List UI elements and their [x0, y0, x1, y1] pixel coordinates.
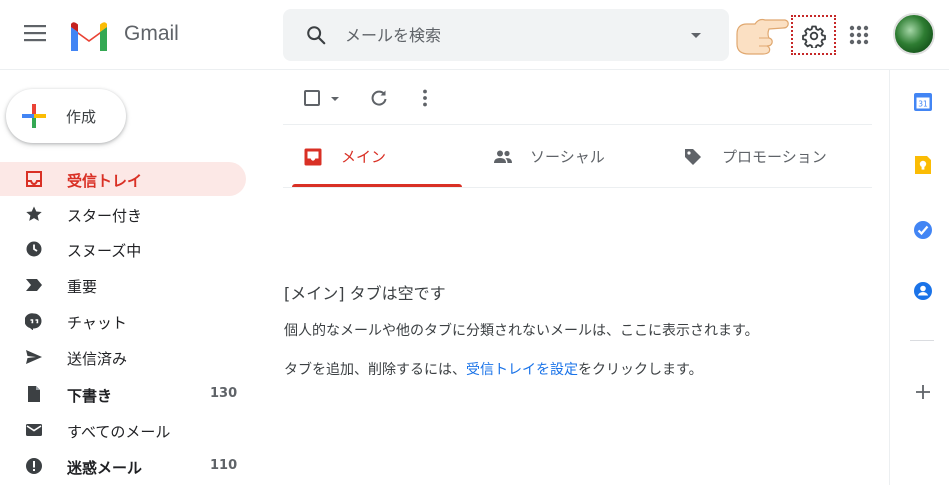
more-vert-icon[interactable]	[415, 88, 435, 108]
refresh-icon[interactable]	[369, 88, 389, 108]
sidebar-item-important[interactable]: 重要	[0, 268, 246, 302]
search-options-caret-icon[interactable]	[691, 33, 701, 38]
clock-icon	[26, 241, 42, 257]
tab-label: メイン	[341, 148, 387, 166]
apps-grid-icon[interactable]	[848, 24, 870, 46]
sidebar-item-label: チャット	[67, 314, 127, 332]
inbox-settings-link[interactable]: 受信トレイを設定	[466, 362, 578, 378]
sidebar-item-label: 送信済み	[67, 350, 128, 368]
sidebar-item-label: スヌーズ中	[67, 242, 142, 260]
gmail-logo-icon[interactable]	[68, 21, 110, 51]
tab-label: プロモーション	[722, 148, 827, 166]
tab-social[interactable]: ソーシャル	[490, 125, 660, 187]
empty-state-hint: タブを追加、削除するには、受信トレイを設定をクリックします。	[284, 359, 703, 379]
sidebar-item-all-mail[interactable]: すべてのメール	[0, 413, 246, 447]
sidebar-item-label: 下書き	[67, 387, 113, 405]
contacts-icon[interactable]	[913, 281, 933, 301]
sidebar-item-label: スター付き	[67, 207, 143, 225]
sidebar-item-inbox[interactable]: 受信トレイ	[0, 162, 246, 196]
sidebar-item-chat[interactable]: チャット	[0, 304, 246, 338]
tab-main[interactable]: メイン	[292, 125, 462, 187]
tab-promotions[interactable]: プロモーション	[680, 125, 850, 187]
sidebar-item-spam[interactable]: 迷惑メール 110	[0, 449, 246, 483]
gear-icon[interactable]	[802, 24, 826, 48]
search-icon[interactable]	[305, 24, 327, 46]
side-panel-rail: 31	[889, 70, 949, 485]
settings-button[interactable]	[791, 15, 836, 55]
pointing-hand-icon	[736, 18, 789, 55]
plus-icon	[22, 104, 46, 128]
svg-text:31: 31	[918, 100, 928, 109]
chat-bubble-icon	[25, 313, 42, 330]
draft-file-icon	[28, 386, 40, 402]
inbox-icon	[304, 148, 322, 166]
sidebar-item-label: 迷惑メール	[67, 459, 143, 477]
sidebar-item-drafts[interactable]: 下書き 130	[0, 377, 246, 411]
hint-prefix: タブを追加、削除するには、	[284, 362, 466, 378]
select-options-caret-icon[interactable]	[331, 97, 339, 101]
add-addon-plus-icon[interactable]	[913, 382, 933, 402]
sidebar-item-label: 重要	[67, 278, 98, 296]
sidebar-item-count: 110	[210, 458, 238, 473]
tasks-icon[interactable]	[913, 220, 933, 240]
tab-label: ソーシャル	[530, 148, 605, 166]
spam-warning-icon	[26, 458, 42, 474]
brand-name[interactable]: Gmail	[124, 22, 179, 46]
sidebar-item-label: 受信トレイ	[67, 172, 143, 190]
sidebar-item-count: 130	[210, 386, 238, 401]
account-avatar[interactable]	[893, 13, 935, 55]
calendar-icon[interactable]: 31	[913, 92, 933, 112]
people-icon	[494, 150, 512, 163]
keep-notes-icon[interactable]	[913, 155, 933, 175]
send-icon	[26, 350, 42, 364]
select-all-checkbox[interactable]	[304, 90, 320, 106]
empty-state-description: 個人的なメールや他のタブに分類されないメールは、ここに表示されます。	[284, 323, 759, 339]
mail-envelope-icon	[26, 424, 42, 436]
compose-label: 作成	[66, 108, 97, 126]
sidebar-item-label: すべてのメール	[67, 423, 171, 441]
sidebar-item-starred[interactable]: スター付き	[0, 197, 246, 231]
hint-suffix: をクリックします。	[578, 362, 703, 378]
sidebar-item-sent[interactable]: 送信済み	[0, 340, 246, 374]
empty-state-title: [メイン] タブは空です	[284, 284, 446, 303]
tag-icon	[685, 149, 701, 165]
important-marker-icon	[26, 279, 42, 291]
hamburger-menu-icon[interactable]	[24, 24, 46, 42]
inbox-icon	[26, 171, 42, 187]
app-header: Gmail	[0, 0, 949, 70]
sidebar-item-snoozed[interactable]: スヌーズ中	[0, 232, 246, 266]
tabs-bottom-divider	[283, 187, 872, 188]
search-input[interactable]	[345, 23, 665, 47]
star-icon	[26, 206, 42, 221]
search-bar[interactable]	[283, 9, 729, 61]
rail-divider	[910, 340, 934, 341]
compose-button[interactable]: 作成	[6, 89, 126, 143]
